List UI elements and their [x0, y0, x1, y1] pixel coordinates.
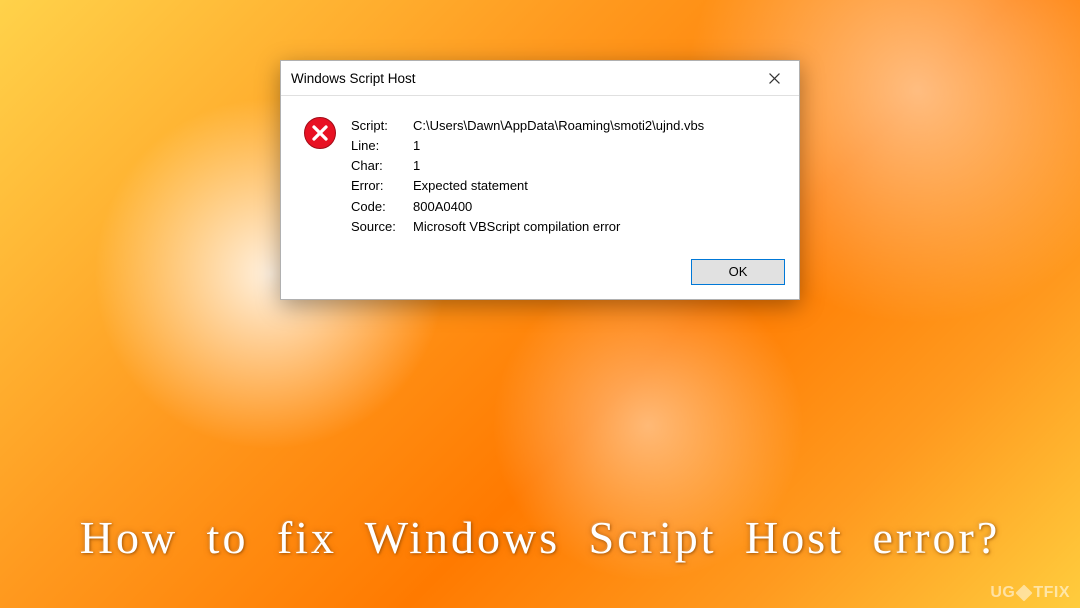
value-source: Microsoft VBScript compilation error — [413, 217, 704, 237]
label-error: Error: — [351, 176, 413, 196]
field-code: Code: 800A0400 — [351, 197, 704, 217]
field-error: Error: Expected statement — [351, 176, 704, 196]
dialog-body: Script: C:\Users\Dawn\AppData\Roaming\sm… — [281, 96, 799, 247]
watermark-left: UG — [990, 584, 1015, 602]
dialog-window: Windows Script Host Script: C:\Use — [280, 60, 800, 300]
value-code: 800A0400 — [413, 197, 704, 217]
diamond-icon — [1016, 585, 1033, 602]
field-source: Source: Microsoft VBScript compilation e… — [351, 217, 704, 237]
ok-button-label: OK — [729, 264, 748, 279]
value-error: Expected statement — [413, 176, 704, 196]
value-char: 1 — [413, 156, 704, 176]
field-char: Char: 1 — [351, 156, 704, 176]
dialog-title: Windows Script Host — [291, 71, 416, 86]
ok-button[interactable]: OK — [691, 259, 785, 285]
close-button[interactable] — [757, 67, 791, 89]
dialog-footer: OK — [281, 247, 799, 299]
label-char: Char: — [351, 156, 413, 176]
label-source: Source: — [351, 217, 413, 237]
field-line: Line: 1 — [351, 136, 704, 156]
titlebar: Windows Script Host — [281, 61, 799, 96]
watermark-right: TFIX — [1033, 584, 1070, 602]
label-code: Code: — [351, 197, 413, 217]
value-script: C:\Users\Dawn\AppData\Roaming\smoti2\ujn… — [413, 116, 704, 136]
label-line: Line: — [351, 136, 413, 156]
label-script: Script: — [351, 116, 413, 136]
error-icon — [303, 116, 337, 237]
close-icon — [769, 73, 780, 84]
error-details: Script: C:\Users\Dawn\AppData\Roaming\sm… — [351, 116, 704, 237]
background: Windows Script Host Script: C:\Use — [0, 0, 1080, 608]
caption-text: How to fix Windows Script Host error? — [0, 511, 1080, 564]
field-script: Script: C:\Users\Dawn\AppData\Roaming\sm… — [351, 116, 704, 136]
watermark: UG TFIX — [990, 584, 1070, 602]
value-line: 1 — [413, 136, 704, 156]
